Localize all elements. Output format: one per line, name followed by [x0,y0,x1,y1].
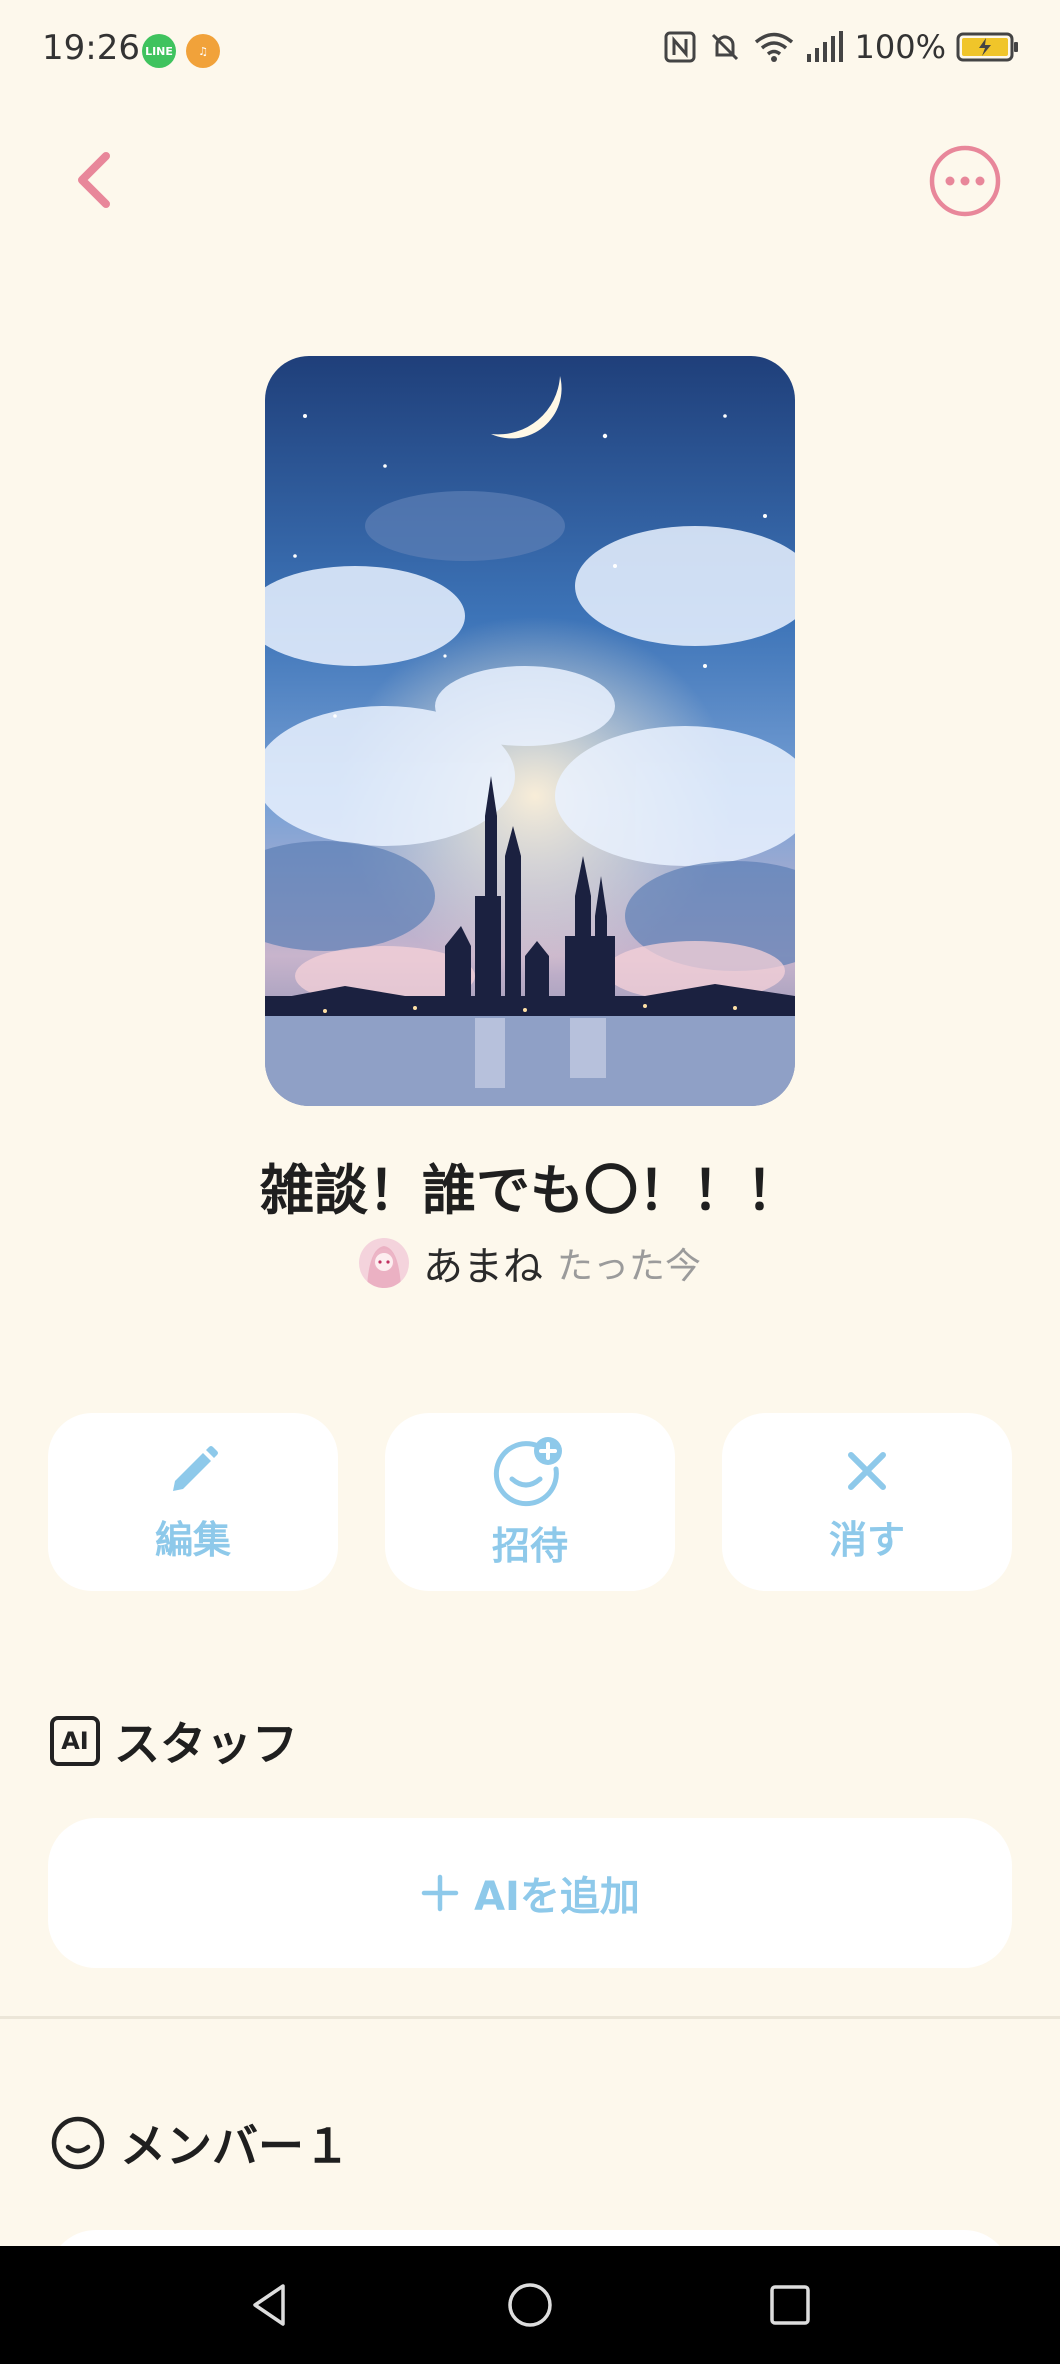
system-nav-bar [0,2246,1060,2364]
room-cover-image [265,356,795,1106]
delete-button[interactable]: 消す [722,1413,1012,1591]
wifi-icon [754,32,793,62]
mute-icon [711,33,738,61]
add-ai-button[interactable]: AIを追加 [48,1818,1012,1968]
created-timestamp: たった今 [556,1246,701,1287]
pencil-icon [173,1445,218,1491]
status-bar: 19:26 LINE ♫ 100% [0,0,1060,100]
delete-label: 消す [828,1517,905,1562]
close-icon [848,1451,886,1490]
room-title: 雑談！誰でも〇！！！ [260,1159,800,1222]
nav-home-icon[interactable] [505,2280,555,2330]
creator-info: あまね たった今 [0,1234,1060,1292]
staff-section-title: スタッフ [114,1717,298,1771]
smile-icon [51,2116,105,2170]
nfc-icon [664,31,696,63]
add-ai-label: AIを追加 [474,1874,640,1920]
invite-smile-plus-icon [493,1436,562,1506]
edit-label: 編集 [154,1517,231,1562]
nav-back-icon[interactable] [245,2280,295,2330]
status-icons: 100% [663,28,1020,66]
more-horizontal-icon [929,145,1001,217]
more-options-button[interactable] [928,144,1002,218]
staff-section-header: AI スタッフ [50,1708,298,1774]
creator-avatar[interactable] [358,1238,409,1288]
back-button[interactable] [60,140,130,220]
members-section-header: メンバー１ [50,2110,350,2176]
invite-button[interactable]: 招待 [385,1413,675,1591]
section-divider [0,2016,1060,2019]
plus-icon [421,1874,459,1912]
nav-recents-icon[interactable] [765,2280,815,2330]
ai-icon: AI [50,1716,100,1766]
signal-icon [806,31,843,62]
members-section-title: メンバー１ [120,2119,350,2173]
line-icon: LINE [142,34,176,68]
battery-charging-icon [956,32,1018,62]
creator-name[interactable]: あまね [423,1234,543,1292]
music-icon: ♫ [186,34,220,68]
battery-percent: 100% [854,28,946,66]
chevron-left-icon [78,152,110,208]
invite-label: 招待 [491,1523,568,1568]
status-time: 19:26 [42,28,140,68]
edit-button[interactable]: 編集 [48,1413,338,1591]
